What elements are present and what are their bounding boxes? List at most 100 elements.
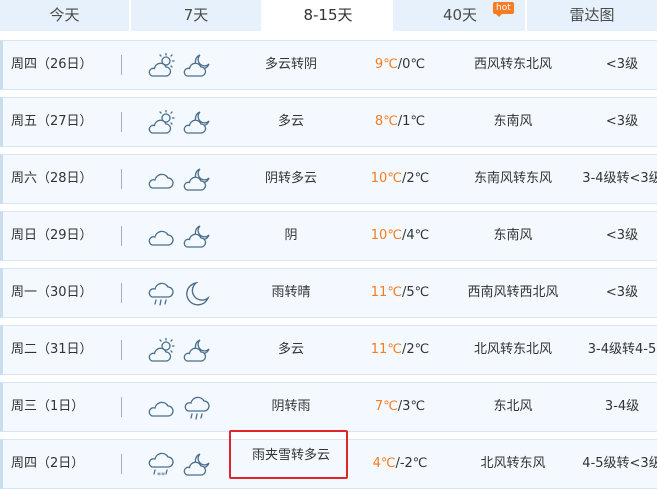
weather-icons [146, 222, 216, 252]
weather-icons [146, 393, 216, 423]
divider [121, 112, 122, 132]
partly-cloudy-day-icon [146, 52, 176, 80]
tab-5[interactable]: 雷达图 [527, 0, 657, 31]
wind-direction: 东南风 [493, 228, 533, 243]
partly-cloudy-night-icon [182, 109, 212, 137]
low-temp: /1℃ [397, 114, 426, 129]
wind-level: <3级 [605, 228, 639, 243]
partly-cloudy-night-icon [182, 166, 212, 194]
tab-label: 雷达图 [569, 6, 615, 24]
wind-direction: 东南风转东风 [473, 171, 552, 186]
divider [121, 340, 122, 360]
wind-direction: 西南风转西北风 [467, 285, 559, 300]
high-temp: 11℃ [370, 285, 402, 300]
forecast-row: 周五（27日） 多云 8℃/1℃ 东南风 <3级 [0, 97, 657, 147]
hot-badge: hot [493, 2, 514, 17]
low-temp: /5℃ [401, 285, 430, 300]
tab-2[interactable]: 7天 [131, 0, 263, 31]
wind-level: <3级 [605, 285, 639, 300]
temperature: 11℃/5℃ [355, 269, 445, 317]
wind-level: 3-4级转<3级 [582, 171, 657, 186]
forecast-row: 周二（31日） 多云 11℃/2℃ 北风转东北风 3-4级转4-5 [0, 325, 657, 375]
forecast-row: 周六（28日） 阴转多云 10℃/2℃ 东南风转东风 3-4级转<3级 [0, 154, 657, 204]
partly-cloudy-night-icon [182, 223, 212, 251]
weather-description: 多云 [277, 342, 304, 357]
tab-label: 8-15天 [303, 6, 353, 24]
temperature: 9℃/0℃ [355, 41, 445, 89]
forecast-row: 周四（2日） ** 雨夹雪转多云 4℃/-2℃ 北风转东风 4-5级转<3级 [0, 430, 657, 489]
forecast-date: 周日（29日） [11, 228, 93, 243]
low-temp: /2℃ [401, 171, 430, 186]
wind-direction: 北风转东风 [480, 456, 546, 471]
forecast-date: 周二（31日） [11, 342, 93, 357]
forecast-row: 周三（1日） 阴转雨 7℃/3℃ 东北风 3-4级 [0, 382, 657, 432]
weather-icons: ** [146, 450, 216, 480]
forecast-date: 周一（30日） [11, 285, 93, 300]
wind-direction: 西风转东北风 [473, 57, 552, 72]
tab-label: 7天 [183, 6, 209, 24]
weather-icons [146, 336, 216, 366]
weather-description: 阴转雨 [271, 399, 311, 414]
low-temp: /0℃ [397, 57, 426, 72]
weather-icons [146, 108, 216, 138]
temperature: 7℃/3℃ [355, 383, 445, 431]
forecast-tabs: 今天 7天 8-15天 40天 hot 雷达图 [0, 0, 657, 31]
high-temp: 9℃ [374, 57, 398, 72]
weather-description: 阴转多云 [264, 171, 317, 186]
divider [121, 454, 122, 474]
weather-description: 多云转阴 [264, 57, 317, 72]
wind-level: 3-4级 [604, 399, 640, 414]
divider [121, 55, 122, 75]
high-temp: 10℃ [370, 171, 402, 186]
forecast-date: 周四（2日） [11, 456, 85, 471]
wind-level: <3级 [605, 57, 639, 72]
partly-cloudy-day-icon [146, 109, 176, 137]
high-temp: 10℃ [370, 228, 402, 243]
low-temp: /2℃ [401, 342, 430, 357]
wind-level: 3-4级转4-5 [587, 342, 657, 357]
partly-cloudy-night-icon [182, 52, 212, 80]
forecast-date: 周三（1日） [11, 399, 85, 414]
forecast-row: 周日（29日） 阴 10℃/4℃ 东南风 <3级 [0, 211, 657, 261]
weather-icons [146, 165, 216, 195]
rain-icon [182, 394, 212, 422]
wind-level: <3级 [605, 114, 639, 129]
temperature: 10℃/2℃ [355, 155, 445, 203]
high-temp: 8℃ [374, 114, 398, 129]
weather-icons [146, 279, 216, 309]
wind-level: 4-5级转<3级 [582, 456, 657, 471]
forecast-row: 周一（30日） 雨转晴 11℃/5℃ 西南风转西北风 <3级 [0, 268, 657, 318]
low-temp: /4℃ [401, 228, 430, 243]
high-temp: 4℃ [372, 456, 396, 471]
forecast-date: 周四（26日） [11, 57, 93, 72]
tab-label: 今天 [49, 6, 80, 24]
partly-cloudy-night-icon [182, 451, 212, 479]
wind-direction: 北风转东北风 [473, 342, 552, 357]
high-temp: 7℃ [374, 399, 398, 414]
tab-3[interactable]: 8-15天 [263, 0, 395, 31]
weather-description: 多云 [277, 114, 304, 129]
weather-icons [146, 51, 216, 81]
tab-4[interactable]: 40天 hot [395, 0, 527, 31]
cloud-icon [146, 223, 176, 251]
divider [121, 397, 122, 417]
svg-text:**: ** [157, 471, 165, 479]
sleet-icon: ** [146, 451, 176, 479]
partly-cloudy-day-icon [146, 337, 176, 365]
weather-description: 阴 [284, 228, 298, 243]
wind-direction: 东南风 [493, 114, 533, 129]
low-temp: /-2℃ [395, 456, 428, 471]
weather-description: 雨夹雪转多云 [251, 448, 330, 463]
divider [121, 283, 122, 303]
cloud-icon [146, 166, 176, 194]
divider [121, 169, 122, 189]
weather-description: 雨转晴 [271, 285, 311, 300]
low-temp: /3℃ [397, 399, 426, 414]
tab-1[interactable]: 今天 [0, 0, 131, 31]
partly-cloudy-night-icon [182, 337, 212, 365]
high-temp: 11℃ [370, 342, 402, 357]
temperature: 4℃/-2℃ [355, 440, 445, 488]
rain-icon [146, 280, 176, 308]
forecast-row: 周四（26日） 多云转阴 9℃/0℃ 西风转东北风 <3级 [0, 40, 657, 90]
divider [121, 226, 122, 246]
